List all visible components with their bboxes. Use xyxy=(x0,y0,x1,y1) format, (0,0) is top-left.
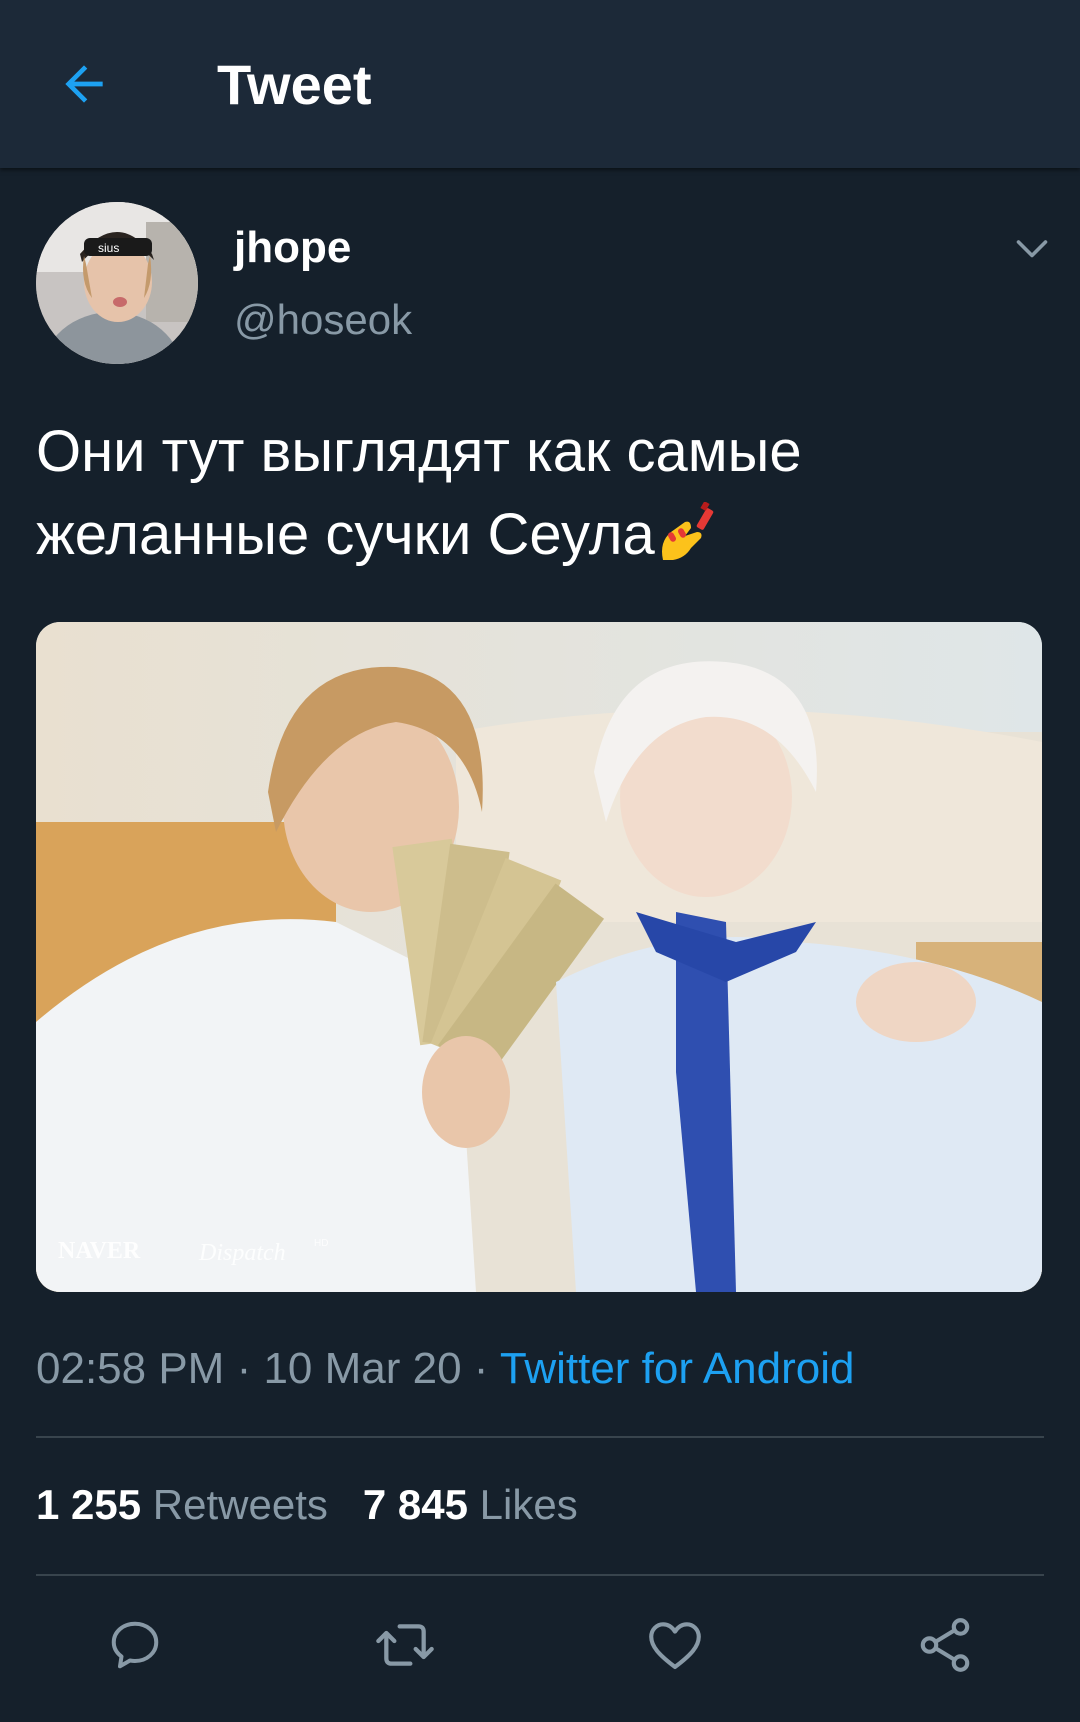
retweet-icon xyxy=(376,1624,434,1666)
watermark-dispatch: Dispatch xyxy=(198,1240,286,1266)
likes-count: 7 845 xyxy=(362,1481,468,1528)
tweet-date: 10 Mar 20 xyxy=(263,1344,462,1393)
author-handle[interactable]: @hoseok xyxy=(234,295,412,345)
divider xyxy=(36,1436,1044,1438)
arrow-left-icon xyxy=(65,65,103,103)
likes-stat[interactable]: 7 845 Likes xyxy=(363,1481,578,1528)
chevron-down-icon xyxy=(1016,240,1048,258)
tweet-text: Они тут выглядят как самые желанные сучк… xyxy=(36,410,1036,576)
nail-polish-emoji-icon xyxy=(655,501,715,561)
top-bar: Tweet xyxy=(0,0,1080,168)
page-title: Tweet xyxy=(217,53,372,116)
reply-icon xyxy=(111,1621,159,1669)
tweet-time: 02:58 PM xyxy=(36,1344,225,1393)
likes-label: Likes xyxy=(479,1481,578,1528)
share-icon xyxy=(920,1618,970,1672)
meta-separator: · xyxy=(224,1344,264,1393)
watermark-naver: NAVER xyxy=(58,1238,141,1264)
retweet-button[interactable] xyxy=(370,1610,440,1680)
watermark-hd: HD xyxy=(314,1238,328,1249)
retweets-stat[interactable]: 1 255 Retweets xyxy=(36,1481,328,1528)
reply-button[interactable] xyxy=(100,1610,170,1680)
like-button[interactable] xyxy=(640,1610,710,1680)
tweet-menu-button[interactable] xyxy=(1006,222,1058,274)
share-button[interactable] xyxy=(910,1610,980,1680)
tweet-meta: 02:58 PM · 10 Mar 20 · Twitter for Andro… xyxy=(36,1342,854,1396)
svg-text:sius: sius xyxy=(98,241,119,255)
retweets-count: 1 255 xyxy=(36,1481,142,1528)
divider xyxy=(36,1574,1044,1576)
tweet-detail-screen: Tweet sius jhope @hoseok Они тут выглядя… xyxy=(0,0,1080,1722)
tweet-media-image[interactable]: NAVER Dispatch HD xyxy=(36,622,1042,1292)
avatar[interactable]: sius xyxy=(36,202,198,364)
heart-icon xyxy=(649,1622,701,1670)
tweet-stats: 1 255 Retweets 7 845 Likes xyxy=(36,1478,578,1532)
back-button[interactable] xyxy=(44,44,124,124)
meta-separator: · xyxy=(461,1344,500,1393)
retweets-label: Retweets xyxy=(152,1481,328,1528)
photo-two-people: NAVER Dispatch HD xyxy=(36,622,1042,1292)
author-name[interactable]: jhope xyxy=(234,222,351,274)
tweet-source-link[interactable]: Twitter for Android xyxy=(500,1344,855,1393)
avatar-photo: sius xyxy=(36,202,198,364)
